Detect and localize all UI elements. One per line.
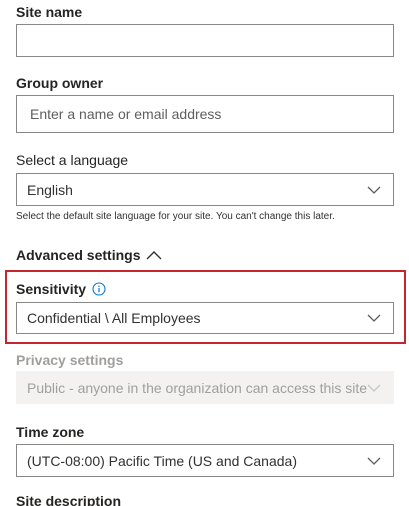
time-zone-selected: (UTC-08:00) Pacific Time (US and Canada) <box>27 452 297 469</box>
sensitivity-label-row: Sensitivity <box>16 280 106 298</box>
privacy-settings-dropdown: Public - anyone in the organization can … <box>16 371 394 404</box>
info-icon[interactable] <box>92 282 106 296</box>
advanced-settings-label: Advanced settings <box>16 247 141 263</box>
group-owner-placeholder: Enter a name or email address <box>30 106 222 122</box>
site-name-input[interactable] <box>16 24 394 57</box>
chevron-down-icon <box>367 384 381 392</box>
privacy-settings-label: Privacy settings <box>16 352 124 368</box>
sensitivity-label: Sensitivity <box>16 281 87 297</box>
language-help-text: Select the default site language for you… <box>16 211 335 222</box>
chevron-down-icon <box>367 457 381 465</box>
language-label: Select a language <box>16 152 129 168</box>
privacy-selected: Public - anyone in the organization can … <box>27 379 368 396</box>
group-owner-label: Group owner <box>16 75 104 91</box>
time-zone-label: Time zone <box>16 424 85 440</box>
sensitivity-dropdown[interactable]: Confidential \ All Employees <box>16 302 394 334</box>
sensitivity-selected: Confidential \ All Employees <box>27 310 201 326</box>
chevron-up-icon <box>146 251 162 260</box>
site-name-label: Site name <box>16 4 83 20</box>
advanced-settings-toggle[interactable]: Advanced settings <box>16 245 162 265</box>
time-zone-dropdown[interactable]: (UTC-08:00) Pacific Time (US and Canada) <box>16 444 394 477</box>
language-selected: English <box>27 181 73 198</box>
group-owner-input[interactable]: Enter a name or email address <box>16 95 394 133</box>
site-description-label: Site description <box>16 493 122 506</box>
chevron-down-icon <box>367 186 381 194</box>
chevron-down-icon <box>367 314 381 322</box>
language-dropdown[interactable]: English <box>16 173 394 206</box>
